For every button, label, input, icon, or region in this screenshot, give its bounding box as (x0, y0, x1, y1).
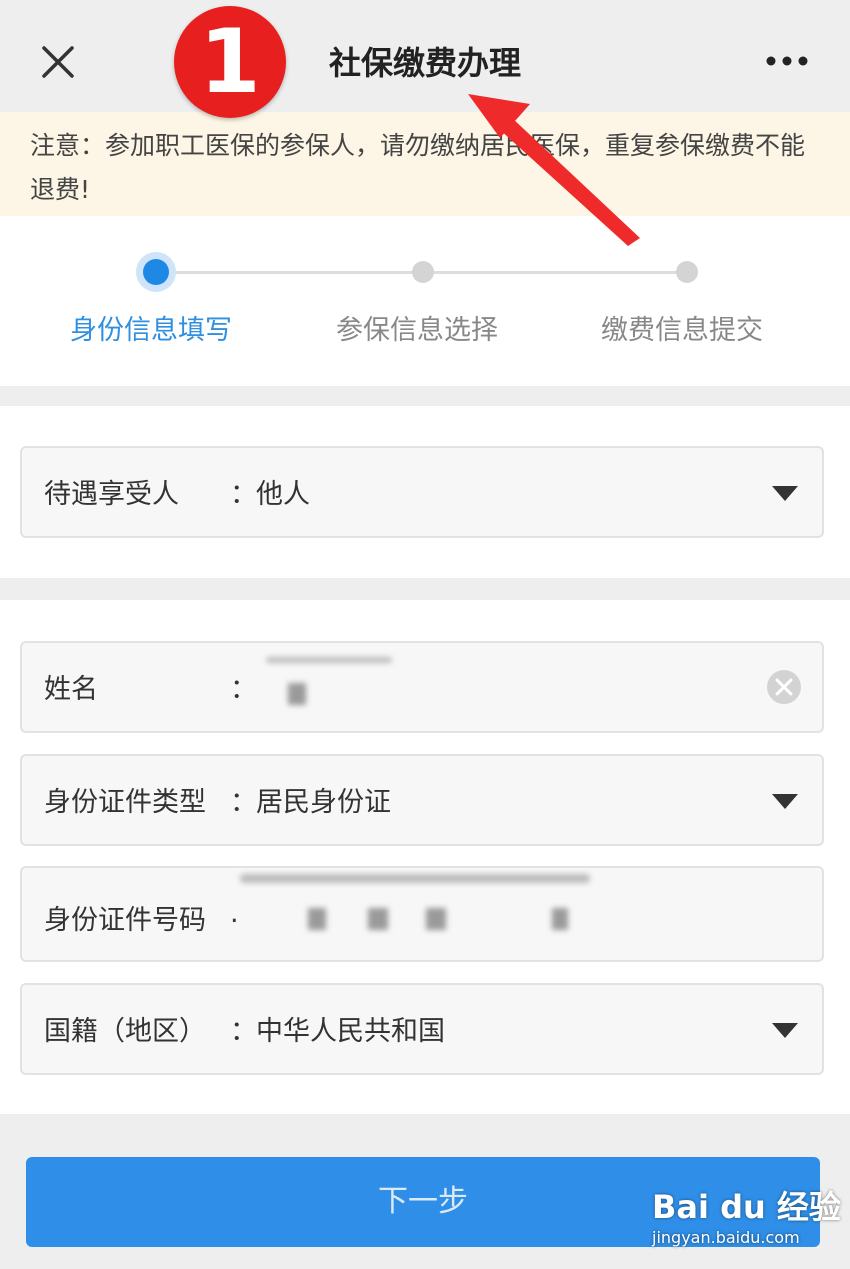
clear-icon[interactable] (766, 669, 802, 705)
nationality-select[interactable]: 国籍（地区） ： 中华人民共和国 (20, 983, 824, 1075)
nav-header: 社保缴费办理 (0, 0, 850, 112)
beneficiary-select[interactable]: 待遇享受人 ： 他人 (20, 446, 824, 538)
step-label-insurance: 参保信息选择 (336, 315, 498, 346)
nationality-colon: ： (230, 1016, 257, 1047)
redacted-id-number (368, 908, 388, 930)
caret-down-icon[interactable] (772, 486, 798, 501)
step-dot-payment (676, 261, 698, 283)
step-connector (158, 271, 423, 274)
watermark: Bai du 经验 jingyan.baidu.com (652, 1182, 842, 1252)
id-type-colon: ： (230, 787, 257, 818)
more-icon (766, 56, 808, 66)
step-connector (423, 271, 687, 274)
caret-down-icon[interactable] (772, 794, 798, 809)
id-type-value: 居民身份证 (256, 787, 391, 818)
beneficiary-value: 他人 (256, 479, 310, 510)
step-number-badge: 1 (174, 6, 286, 118)
more-button[interactable] (762, 44, 812, 78)
id-number-colon: . (230, 898, 239, 929)
section-divider (0, 578, 850, 600)
beneficiary-label: 待遇享受人 (44, 479, 179, 510)
id-number-field[interactable]: 身份证件号码 . (20, 866, 824, 962)
page-title: 社保缴费办理 (328, 44, 521, 82)
name-colon: ： (230, 674, 257, 705)
redacted-name (288, 683, 306, 705)
redacted-id-number (426, 908, 446, 930)
name-label: 姓名 (44, 674, 98, 705)
step-dot-insurance (412, 261, 434, 283)
id-type-label: 身份证件类型 (44, 787, 206, 818)
step-dot-identity (143, 259, 169, 285)
nationality-value: 中华人民共和国 (256, 1016, 445, 1047)
redacted-id-number (552, 908, 568, 930)
notice-banner: 注意：参加职工医保的参保人，请勿缴纳居民医保，重复参保缴费不能退费! (0, 112, 850, 216)
redacted-id-number (240, 874, 590, 883)
redacted-name (266, 657, 392, 663)
watermark-url: jingyan.baidu.com (652, 1228, 800, 1247)
notice-text: 注意：参加职工医保的参保人，请勿缴纳居民医保，重复参保缴费不能退费! (30, 131, 806, 204)
section-divider (0, 386, 850, 406)
nationality-label: 国籍（地区） (44, 1016, 206, 1047)
name-field[interactable]: 姓名 ： (20, 641, 824, 733)
id-type-select[interactable]: 身份证件类型 ： 居民身份证 (20, 754, 824, 846)
caret-down-icon[interactable] (772, 1023, 798, 1038)
watermark-logo: Bai du 经验 (652, 1188, 841, 1226)
beneficiary-colon: ： (230, 479, 257, 510)
step-indicator: 身份信息填写 参保信息选择 缴费信息提交 (0, 216, 850, 386)
id-number-label: 身份证件号码 (44, 905, 206, 936)
redacted-id-number (308, 908, 326, 930)
step-label-payment: 缴费信息提交 (601, 315, 763, 346)
step-label-identity: 身份信息填写 (70, 315, 232, 346)
